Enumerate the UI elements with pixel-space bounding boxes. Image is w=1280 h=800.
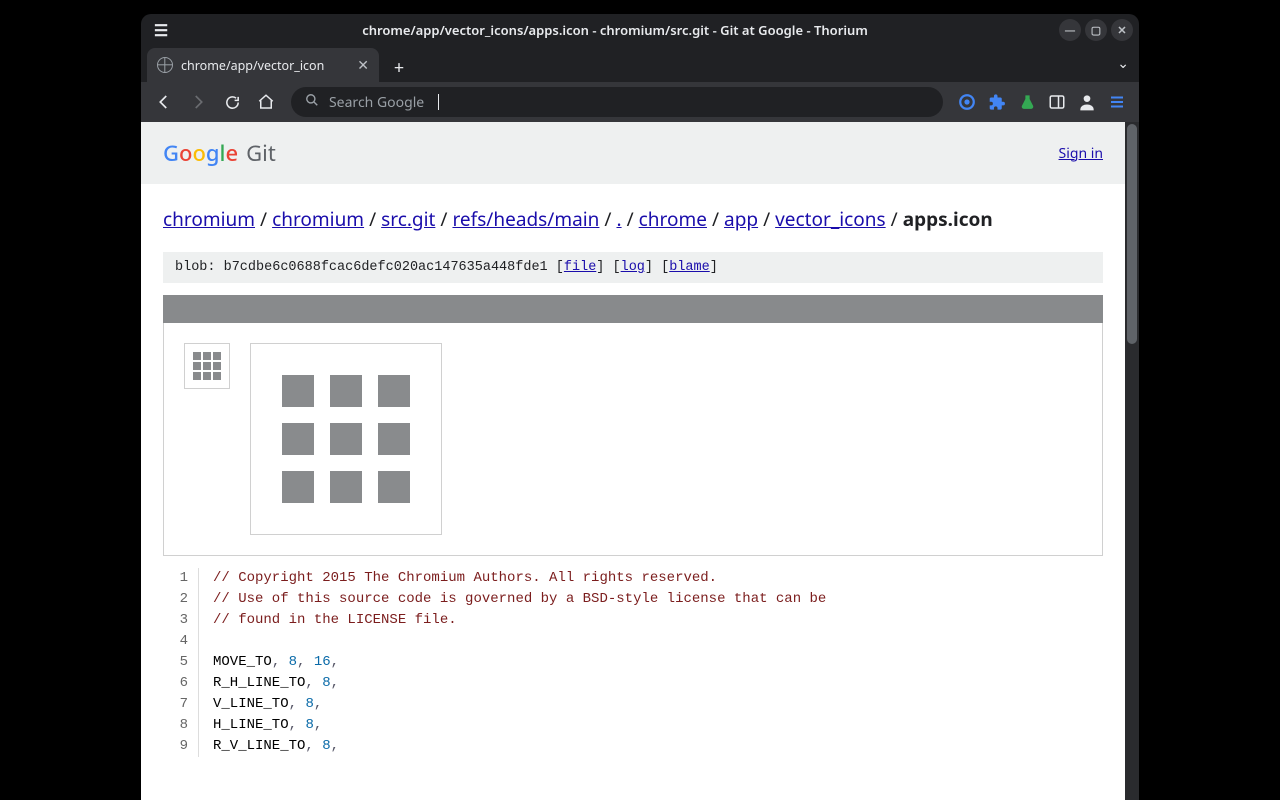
reload-button[interactable] xyxy=(217,87,247,117)
tab-strip: chrome/app/vector_icon ✕ + ⌄ xyxy=(141,46,1139,82)
line-number[interactable]: 7 xyxy=(163,694,199,715)
back-button[interactable] xyxy=(149,87,179,117)
icon-preview-large xyxy=(250,343,442,535)
line-code: H_LINE_TO, 8, xyxy=(199,715,322,736)
source-line: 7V_LINE_TO, 8, xyxy=(163,694,1103,715)
globe-icon xyxy=(157,57,173,73)
tab-label: chrome/app/vector_icon xyxy=(181,57,349,74)
breadcrumb-link[interactable]: src.git xyxy=(381,206,435,232)
window-title: chrome/app/vector_icons/apps.icon - chro… xyxy=(175,21,1055,39)
preview-header-band xyxy=(163,295,1103,323)
source-code: 1// Copyright 2015 The Chromium Authors.… xyxy=(163,568,1103,757)
window-minimize-button[interactable]: — xyxy=(1059,19,1081,41)
search-icon xyxy=(305,93,319,111)
new-tab-button[interactable]: + xyxy=(385,54,413,82)
icon-preview-small xyxy=(184,343,230,389)
blob-prefix: blob: xyxy=(175,260,224,275)
chrome-apps-icon[interactable] xyxy=(957,92,977,112)
line-code: R_V_LINE_TO, 8, xyxy=(199,736,339,757)
line-code: MOVE_TO, 8, 16, xyxy=(199,652,339,673)
tab-close-icon[interactable]: ✕ xyxy=(357,56,369,75)
line-code: // found in the LICENSE file. xyxy=(199,610,457,631)
source-line: 6R_H_LINE_TO, 8, xyxy=(163,673,1103,694)
breadcrumb-link[interactable]: . xyxy=(616,206,621,232)
side-panel-icon[interactable] xyxy=(1047,92,1067,112)
source-line: 3// found in the LICENSE file. xyxy=(163,610,1103,631)
apps-grid-icon xyxy=(193,352,221,380)
blob-blame-link[interactable]: blame xyxy=(669,260,710,275)
line-code: R_H_LINE_TO, 8, xyxy=(199,673,339,694)
site-header: Google Git Sign in xyxy=(141,122,1125,184)
breadcrumb-link[interactable]: vector_icons xyxy=(775,206,886,232)
breadcrumb-separator: / xyxy=(707,206,724,232)
blob-hash: b7cdbe6c0688fcac6defc020ac147635a448fde1 xyxy=(224,260,548,275)
line-code: // Copyright 2015 The Chromium Authors. … xyxy=(199,568,717,589)
source-line: 4 xyxy=(163,631,1103,652)
breadcrumb-separator: / xyxy=(622,206,639,232)
tab-list-dropdown-icon[interactable]: ⌄ xyxy=(1117,54,1129,73)
breadcrumb-link[interactable]: app xyxy=(724,206,758,232)
scrollbar-thumb[interactable] xyxy=(1127,124,1137,344)
breadcrumb-separator: / xyxy=(255,206,272,232)
breadcrumb-separator: / xyxy=(435,206,452,232)
icon-preview-area xyxy=(163,323,1103,556)
extension-icons xyxy=(953,92,1131,112)
omnibox-placeholder: Search Google xyxy=(329,93,424,112)
source-line: 2// Use of this source code is governed … xyxy=(163,589,1103,610)
breadcrumb-current: apps.icon xyxy=(903,206,993,232)
breadcrumb-separator: / xyxy=(758,206,775,232)
blob-info-bar: blob: b7cdbe6c0688fcac6defc020ac147635a4… xyxy=(163,252,1103,283)
blob-log-link[interactable]: log xyxy=(621,260,645,275)
line-number[interactable]: 5 xyxy=(163,652,199,673)
google-git-logo[interactable]: Google Git xyxy=(163,138,276,168)
app-menu-icon[interactable] xyxy=(1107,92,1127,112)
line-code: // Use of this source code is governed b… xyxy=(199,589,826,610)
line-number[interactable]: 4 xyxy=(163,631,199,652)
vertical-scrollbar[interactable] xyxy=(1125,122,1139,800)
line-number[interactable]: 9 xyxy=(163,736,199,757)
window-close-button[interactable]: ✕ xyxy=(1111,19,1133,41)
home-button[interactable] xyxy=(251,87,281,117)
profile-icon[interactable] xyxy=(1077,92,1097,112)
breadcrumb-link[interactable]: chromium xyxy=(272,206,364,232)
breadcrumb-separator: / xyxy=(599,206,616,232)
text-cursor xyxy=(438,94,439,110)
source-line: 9R_V_LINE_TO, 8, xyxy=(163,736,1103,757)
forward-button[interactable] xyxy=(183,87,213,117)
page-content: Google Git Sign in chromium/chromium/src… xyxy=(141,122,1125,800)
breadcrumb: chromium/chromium/src.git/refs/heads/mai… xyxy=(141,184,1125,244)
blob-file-link[interactable]: file xyxy=(564,260,596,275)
line-number[interactable]: 6 xyxy=(163,673,199,694)
window-maximize-button[interactable]: ▢ xyxy=(1085,19,1107,41)
line-number[interactable]: 1 xyxy=(163,568,199,589)
source-line: 1// Copyright 2015 The Chromium Authors.… xyxy=(163,568,1103,589)
extensions-icon[interactable] xyxy=(987,92,1007,112)
line-code: V_LINE_TO, 8, xyxy=(199,694,322,715)
browser-window: ☰ chrome/app/vector_icons/apps.icon - ch… xyxy=(141,14,1139,800)
line-number[interactable]: 8 xyxy=(163,715,199,736)
sign-in-link[interactable]: Sign in xyxy=(1059,144,1103,163)
logo-git-text: Git xyxy=(246,138,276,168)
line-code xyxy=(199,631,213,652)
viewport: Google Git Sign in chromium/chromium/src… xyxy=(141,122,1139,800)
breadcrumb-separator: / xyxy=(364,206,381,232)
line-number[interactable]: 3 xyxy=(163,610,199,631)
breadcrumb-link[interactable]: refs/heads/main xyxy=(452,206,599,232)
line-number[interactable]: 2 xyxy=(163,589,199,610)
browser-tab[interactable]: chrome/app/vector_icon ✕ xyxy=(147,48,379,82)
apps-grid-icon xyxy=(282,375,410,503)
breadcrumb-separator: / xyxy=(886,206,903,232)
source-line: 5MOVE_TO, 8, 16, xyxy=(163,652,1103,673)
breadcrumb-link[interactable]: chromium xyxy=(163,206,255,232)
labs-icon[interactable] xyxy=(1017,92,1037,112)
window-titlebar: ☰ chrome/app/vector_icons/apps.icon - ch… xyxy=(141,14,1139,46)
address-bar[interactable]: Search Google xyxy=(291,87,943,117)
toolbar: Search Google xyxy=(141,82,1139,122)
source-line: 8H_LINE_TO, 8, xyxy=(163,715,1103,736)
hamburger-menu-icon[interactable]: ☰ xyxy=(147,19,175,41)
breadcrumb-link[interactable]: chrome xyxy=(639,206,707,232)
